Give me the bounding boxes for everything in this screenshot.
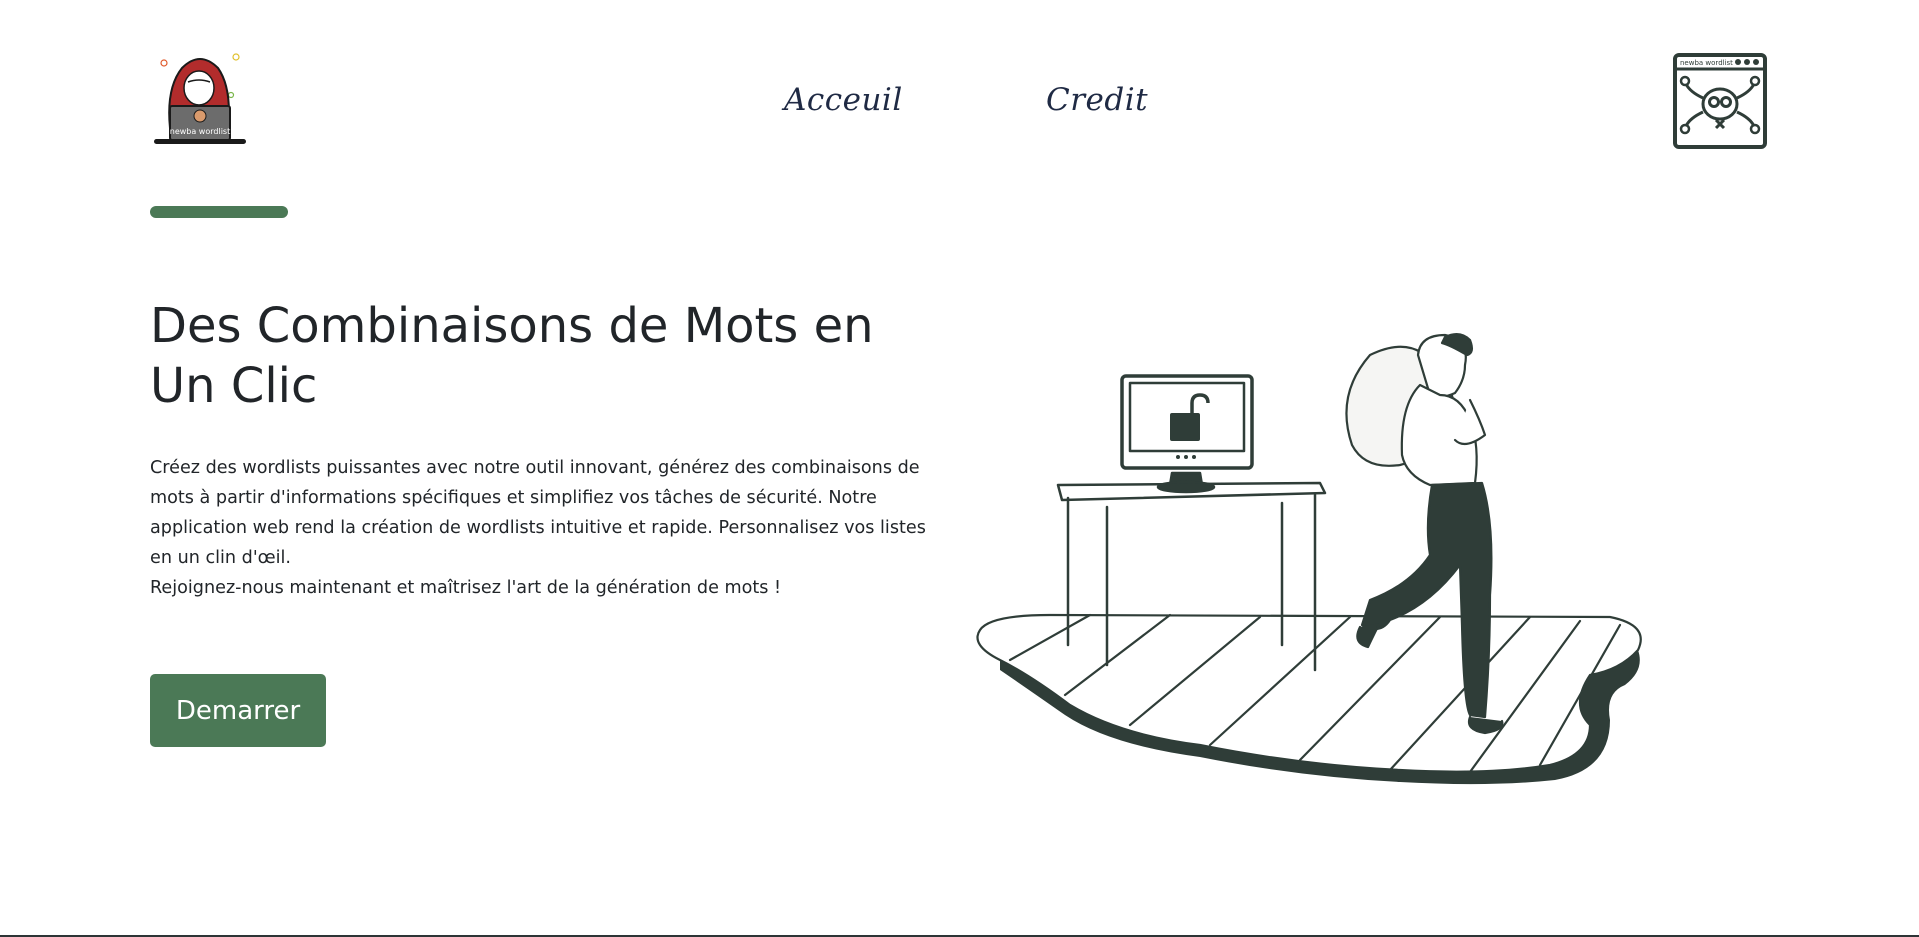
nav-link-credit[interactable]: Credit: [1046, 82, 1148, 118]
hero-description: Créez des wordlists puissantes avec notr…: [150, 453, 940, 603]
nav-link-accueil[interactable]: Acceuil: [784, 82, 903, 118]
hero-title: Des Combinaisons de Mots en Un Clic: [150, 298, 874, 414]
hacker-laptop-logo-icon[interactable]: newba wordlist: [152, 48, 248, 148]
skull-browser-window-icon[interactable]: newba wordlist: [1672, 52, 1768, 150]
accent-bar: [150, 206, 288, 218]
corner-window-text: newba wordlist: [1680, 59, 1733, 67]
start-button[interactable]: Demarrer: [150, 674, 326, 747]
thief-stealing-from-computer-illustration: [976, 333, 1642, 785]
hero-description-callout: Rejoignez-nous maintenant et maîtrisez l…: [150, 578, 782, 598]
logo-laptop-text: newba wordlist: [170, 127, 230, 136]
hero-description-paragraph: Créez des wordlists puissantes avec notr…: [150, 458, 926, 568]
